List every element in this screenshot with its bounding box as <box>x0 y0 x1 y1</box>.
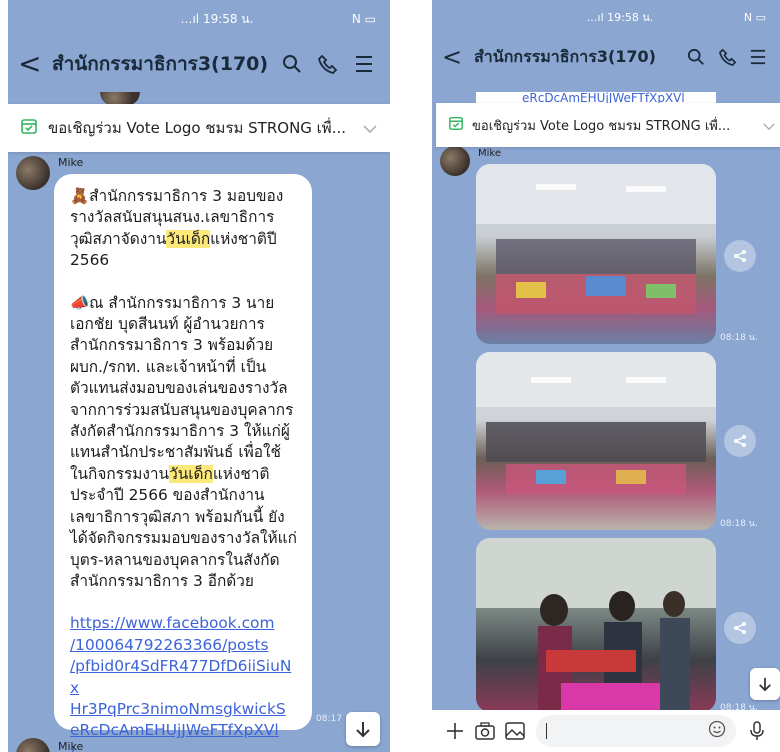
search-icon[interactable] <box>274 54 310 74</box>
share-button[interactable] <box>724 240 756 272</box>
right-chat-screen: …ıl 19:58 น. N ▭ < สำนักกรรมาธิการ3(170)… <box>432 0 780 752</box>
chat-title: สำนักกรรมาธิการ3(170) <box>52 53 269 75</box>
photo-time: 08:18 น. <box>720 333 758 343</box>
next-avatar <box>16 738 50 752</box>
people-photo-image <box>476 538 716 712</box>
message-paragraph-2: 📣ณ สำนักกรรมาธิการ 3 นาย เอกชัย บุดสีนนท… <box>70 293 297 590</box>
status-right: N ▭ <box>351 12 376 26</box>
photo-message[interactable] <box>476 352 716 530</box>
chat-title: สำนักกรรมาธิการ3(170) <box>474 46 656 66</box>
share-icon <box>734 435 746 447</box>
message-bubble[interactable]: 🧸สำนักกรรมาธิการ 3 มอบของ รางวัลสนับสนุน… <box>54 174 312 752</box>
message-time: 08:17 <box>316 714 342 724</box>
menu-icon[interactable] <box>346 55 382 73</box>
message-input[interactable] <box>536 715 736 747</box>
search-icon[interactable] <box>680 48 712 66</box>
message-input-bar <box>432 710 780 752</box>
announcement-text: ขอเชิญร่วม Vote Logo ชมรม STRONG เพื่... <box>472 118 731 134</box>
announcement-text: ขอเชิญร่วม Vote Logo ชมรม STRONG เพื่... <box>48 119 347 137</box>
microphone-icon[interactable] <box>742 721 772 741</box>
share-button[interactable] <box>724 612 756 644</box>
back-button[interactable]: < <box>18 50 44 78</box>
share-icon <box>734 622 746 634</box>
plus-icon[interactable] <box>440 722 470 740</box>
scroll-down-button[interactable] <box>346 712 380 746</box>
back-button[interactable]: < <box>442 45 468 69</box>
facebook-link[interactable]: https://www.facebook.com /10006479226336… <box>70 613 300 752</box>
announcement-bar[interactable]: ขอเชิญร่วม Vote Logo ชมรม STRONG เพื่... <box>436 103 780 147</box>
group-photo-image <box>476 164 716 314</box>
chat-header: < สำนักกรรมาธิการ3(170) <box>8 38 390 90</box>
photo-time: 08:18 น. <box>720 519 758 529</box>
camera-icon[interactable] <box>470 722 500 740</box>
calendar-check-icon <box>20 117 38 139</box>
text-caret <box>546 723 547 739</box>
photo-message[interactable] <box>476 538 716 712</box>
status-bar: …ıl 19:58 น. N ▭ <box>432 0 780 34</box>
chevron-down-icon[interactable] <box>762 116 776 135</box>
status-right: N ▭ <box>743 10 766 24</box>
status-bar: …ıl 19:58 น. N ▭ <box>8 0 390 38</box>
left-chat-screen: …ıl 19:58 น. N ▭ < สำนักกรรมาธิการ3(170)… <box>8 0 390 752</box>
phone-icon[interactable] <box>712 48 744 66</box>
chevron-down-icon[interactable] <box>362 119 378 138</box>
next-sender-name: Mike <box>58 740 84 752</box>
arrow-down-icon <box>759 677 771 692</box>
phone-icon[interactable] <box>310 54 346 74</box>
chat-header: < สำนักกรรมาธิการ3(170) <box>432 34 780 80</box>
scroll-down-button[interactable] <box>750 668 780 700</box>
photo-message[interactable] <box>476 164 716 344</box>
arrow-down-icon <box>356 722 370 738</box>
sender-name: Mike <box>478 148 501 159</box>
announcement-bar[interactable]: ขอเชิญร่วม Vote Logo ชมรม STRONG เพื่... <box>8 104 390 152</box>
avatar[interactable] <box>16 156 50 190</box>
status-time: …ıl 19:58 น. <box>180 11 254 26</box>
emoji-icon[interactable] <box>708 720 726 742</box>
group-photo-image <box>476 352 716 494</box>
sender-name: Mike <box>58 156 84 169</box>
image-icon[interactable] <box>500 722 530 740</box>
menu-icon[interactable] <box>744 49 772 65</box>
message-paragraph-1: 🧸สำนักกรรมาธิการ 3 มอบของ รางวัลสนับสนุน… <box>70 187 284 270</box>
calendar-check-icon <box>448 115 464 135</box>
share-icon <box>734 250 746 262</box>
share-button[interactable] <box>724 425 756 457</box>
avatar[interactable] <box>440 146 470 176</box>
status-time: …ıl 19:58 น. <box>586 11 654 24</box>
